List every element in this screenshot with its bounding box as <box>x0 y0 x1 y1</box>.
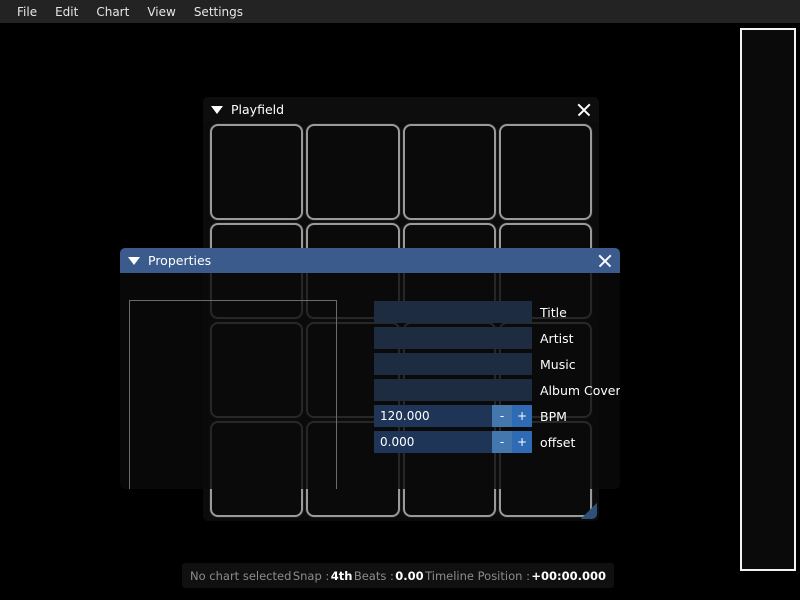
menu-item-edit[interactable]: Edit <box>46 2 87 22</box>
menubar: File Edit Chart View Settings <box>0 0 800 23</box>
music-input[interactable] <box>374 353 532 375</box>
artist-input[interactable] <box>374 327 532 349</box>
offset-input[interactable] <box>374 431 492 453</box>
playfield-pad[interactable] <box>402 124 496 220</box>
timeline-position-label: Timeline Position : <box>425 568 530 583</box>
field-row-bpm: - + BPM <box>374 405 614 427</box>
statusbar: No chart selected Snap : 4th Beats : 0.0… <box>182 563 614 588</box>
playfield-resize-grip[interactable] <box>581 503 597 519</box>
album-cover-input[interactable] <box>374 379 532 401</box>
properties-body: Title Artist Music Album Cover - <box>120 273 620 489</box>
playfield-pad[interactable] <box>498 124 592 220</box>
chart-status-text: No chart selected <box>190 568 292 583</box>
field-row-album-cover: Album Cover <box>374 379 620 401</box>
menu-item-settings[interactable]: Settings <box>185 2 252 22</box>
snap-label: Snap : <box>292 568 330 583</box>
beats-value: 0.00 <box>395 568 424 583</box>
title-label: Title <box>540 304 567 320</box>
menu-item-file[interactable]: File <box>8 2 46 22</box>
bpm-decrement-button[interactable]: - <box>492 405 512 427</box>
field-row-music: Music <box>374 353 614 375</box>
beats-label: Beats : <box>353 568 394 583</box>
menu-item-chart[interactable]: Chart <box>87 2 138 22</box>
offset-decrement-button[interactable]: - <box>492 431 512 453</box>
triangle-down-icon[interactable] <box>211 105 223 114</box>
triangle-down-icon[interactable] <box>128 256 140 265</box>
field-row-offset: - + offset <box>374 431 614 453</box>
menu-item-view[interactable]: View <box>138 2 184 22</box>
bpm-input[interactable] <box>374 405 492 427</box>
properties-fields: Title Artist Music Album Cover - <box>374 301 620 457</box>
bpm-increment-button[interactable]: + <box>512 405 532 427</box>
field-row-title: Title <box>374 301 614 323</box>
close-icon[interactable] <box>596 252 614 270</box>
album-cover-preview[interactable] <box>129 300 337 489</box>
bpm-label: BPM <box>540 408 567 424</box>
close-icon[interactable] <box>575 101 593 119</box>
properties-window[interactable]: Properties Title Artist Music Album Cove… <box>120 248 620 489</box>
playfield-pad[interactable] <box>306 124 400 220</box>
album-cover-label: Album Cover <box>540 382 620 398</box>
offset-increment-button[interactable]: + <box>512 431 532 453</box>
artist-label: Artist <box>540 330 574 346</box>
timeline-strip[interactable] <box>740 28 796 571</box>
playfield-pad[interactable] <box>210 124 304 220</box>
field-row-artist: Artist <box>374 327 614 349</box>
playfield-window-title: Playfield <box>231 102 285 117</box>
snap-value: 4th <box>330 568 353 583</box>
properties-window-title: Properties <box>148 253 212 268</box>
properties-titlebar[interactable]: Properties <box>120 248 620 273</box>
offset-label: offset <box>540 434 576 450</box>
music-label: Music <box>540 356 576 372</box>
playfield-titlebar[interactable]: Playfield <box>203 97 599 122</box>
app-root: File Edit Chart View Settings Playfield <box>0 0 800 600</box>
timeline-position-value: +00:00.000 <box>531 568 606 583</box>
title-input[interactable] <box>374 301 532 323</box>
